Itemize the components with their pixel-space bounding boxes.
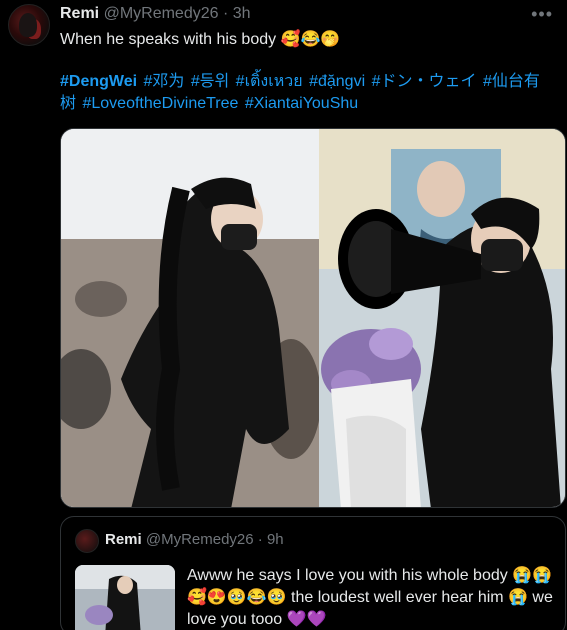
- hashtag-link[interactable]: #邓为: [144, 73, 185, 90]
- hashtag-link[interactable]: #LoveoftheDivineTree: [82, 95, 238, 112]
- hashtag-link[interactable]: #ドン・ウェイ: [372, 73, 477, 90]
- tweet-text: When he speaks with his body 🥰😂🤭: [60, 31, 341, 48]
- quoted-text: Awww he says I love you with his whole b…: [187, 567, 553, 628]
- quoted-author-name[interactable]: Remi: [105, 531, 142, 548]
- hashtag-link[interactable]: #เติ้งเหวย: [236, 73, 303, 90]
- separator-dot: ·: [222, 5, 229, 22]
- quoted-header: Remi @MyRemedy26 · 9h: [105, 531, 284, 548]
- quoted-author-handle[interactable]: @MyRemedy26: [146, 531, 254, 548]
- post-time[interactable]: 3h: [233, 5, 251, 22]
- quoted-post-time[interactable]: 9h: [267, 531, 284, 548]
- hashtag-link[interactable]: #XiantaiYouShu: [245, 95, 358, 112]
- hashtag-list: #DengWei #邓为 #등위 #เติ้งเหวย #đặngvi #ドン・…: [60, 71, 555, 115]
- photo-collage: [61, 129, 565, 507]
- more-options-icon[interactable]: •••: [531, 4, 553, 25]
- avatar[interactable]: [8, 4, 50, 46]
- quoted-avatar[interactable]: [75, 529, 99, 553]
- separator-dot: ·: [257, 531, 263, 548]
- hashtag-link[interactable]: #đặngvi: [309, 73, 365, 90]
- quoted-tweet[interactable]: Remi @MyRemedy26 · 9h Awww he says I lov…: [60, 516, 566, 630]
- author-handle[interactable]: @MyRemedy26: [104, 5, 219, 22]
- tweet-header: Remi @MyRemedy26 · 3h: [60, 5, 251, 23]
- hashtag-link[interactable]: #등위: [191, 73, 229, 90]
- author-name[interactable]: Remi: [60, 5, 99, 22]
- quoted-photo: [75, 565, 175, 630]
- media-image[interactable]: [60, 128, 566, 508]
- hashtag-link[interactable]: #DengWei: [60, 73, 137, 90]
- quoted-media-thumbnail[interactable]: [75, 565, 175, 630]
